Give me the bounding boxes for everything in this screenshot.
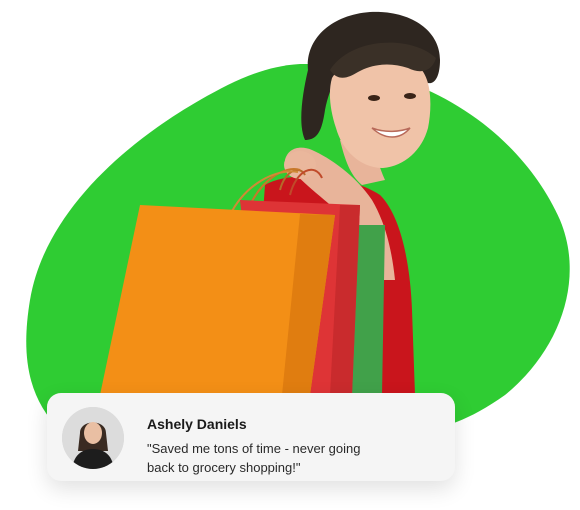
hero-section: Ashely Daniels "Saved me tons of time - …: [0, 0, 580, 510]
avatar: [62, 407, 124, 469]
eye-right: [404, 93, 416, 99]
avatar-photo: [62, 407, 124, 469]
testimonial-name: Ashely Daniels: [147, 416, 247, 432]
testimonial-card: Ashely Daniels "Saved me tons of time - …: [47, 393, 455, 481]
testimonial-quote: "Saved me tons of time - never going bac…: [147, 441, 361, 475]
eye-left: [368, 95, 380, 101]
